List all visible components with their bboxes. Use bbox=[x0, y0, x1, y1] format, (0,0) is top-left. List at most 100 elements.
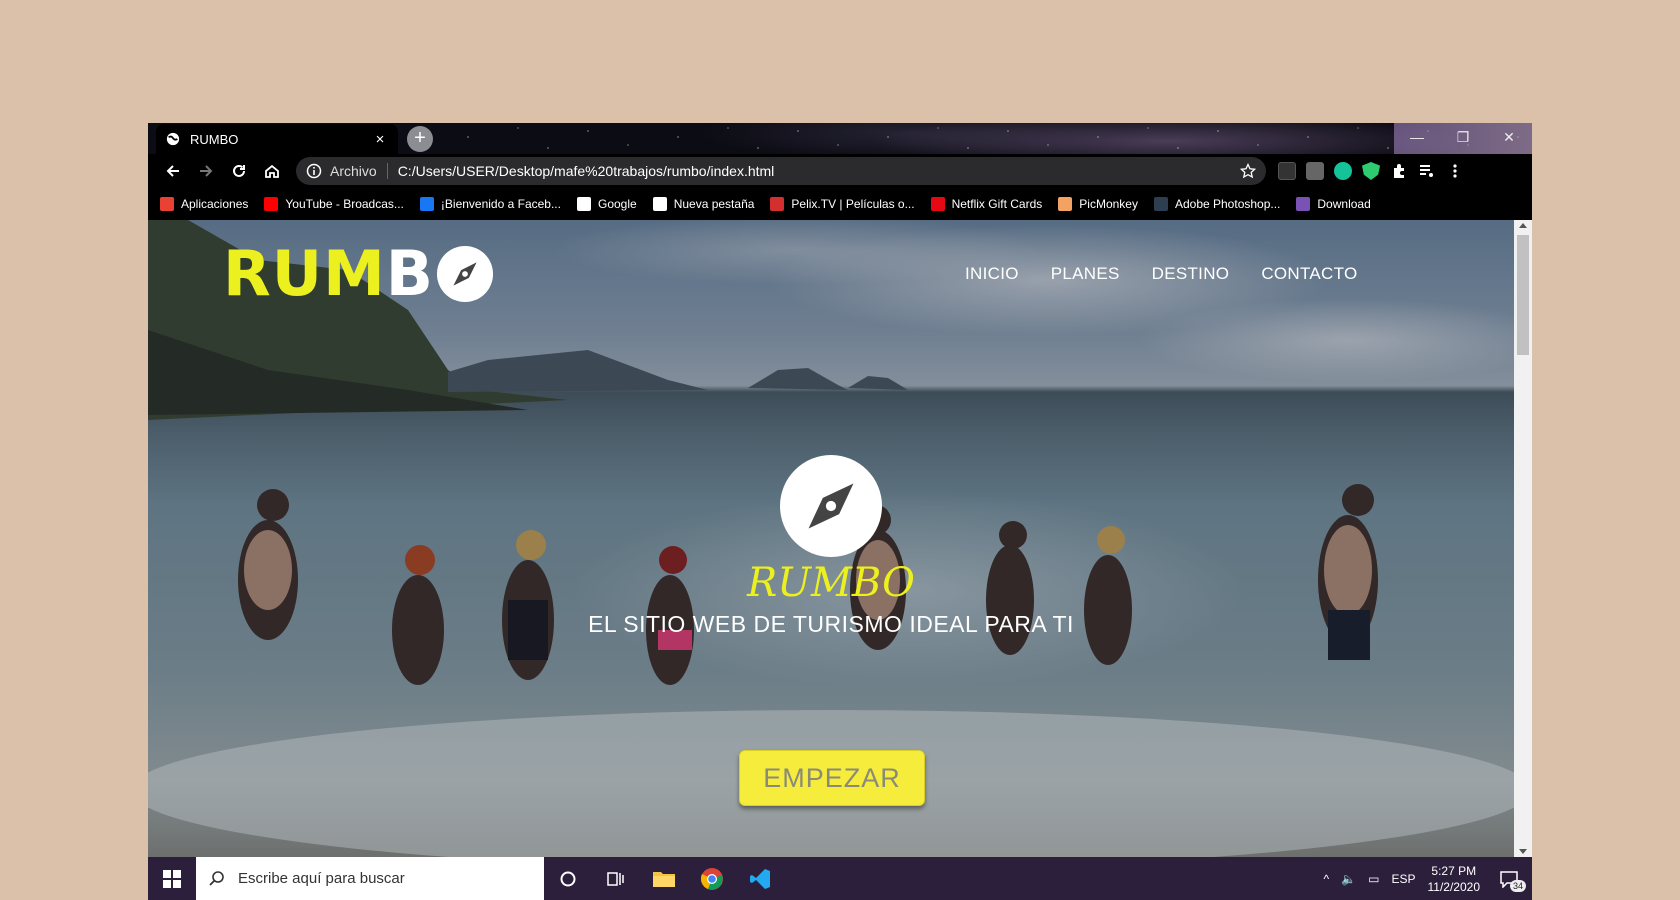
windows-taskbar: Escribe aquí para buscar ^ 🔈 ▭ ESP 5:27 … bbox=[148, 857, 1532, 900]
picmonkey-icon bbox=[1058, 197, 1073, 211]
search-icon bbox=[209, 870, 224, 886]
maximize-icon[interactable]: ❐ bbox=[1440, 123, 1486, 154]
bookmark-label: Nueva pestaña bbox=[673, 197, 755, 211]
nav-inicio-link[interactable]: INICIO bbox=[965, 264, 1019, 284]
back-button[interactable] bbox=[158, 157, 188, 185]
tab-strip: RUMBO × + — ❐ ✕ bbox=[148, 123, 1532, 154]
window-controls: — ❐ ✕ bbox=[1394, 123, 1532, 154]
bookmark-label: ¡Bienvenido a Faceb... bbox=[440, 197, 561, 211]
file-explorer-button[interactable] bbox=[640, 857, 688, 900]
extension-1-icon[interactable] bbox=[1278, 162, 1296, 180]
reload-button[interactable] bbox=[224, 157, 254, 185]
chrome-button[interactable] bbox=[688, 857, 736, 900]
logo-text: RUMB bbox=[223, 243, 434, 305]
vscode-icon bbox=[750, 868, 770, 889]
scroll-down-icon[interactable] bbox=[1519, 849, 1527, 854]
scroll-thumb[interactable] bbox=[1517, 235, 1529, 355]
page-scrollbar[interactable] bbox=[1514, 220, 1532, 857]
globe-icon bbox=[652, 197, 667, 211]
facebook-icon bbox=[419, 197, 434, 211]
clock-time: 5:27 PM bbox=[1431, 863, 1477, 878]
bookmark-item[interactable]: Google bbox=[576, 197, 637, 211]
task-view-icon bbox=[607, 871, 624, 886]
notification-count: 34 bbox=[1509, 879, 1526, 892]
arrow-right-icon bbox=[200, 165, 213, 177]
bookmark-label: Adobe Photoshop... bbox=[1174, 197, 1281, 211]
bookmark-item[interactable]: ¡Bienvenido a Faceb... bbox=[419, 197, 561, 211]
windows-logo-icon bbox=[163, 869, 181, 888]
bookmark-item[interactable]: Netflix Gift Cards bbox=[930, 197, 1042, 211]
forward-button[interactable] bbox=[191, 157, 221, 185]
tab-title: RUMBO bbox=[190, 131, 239, 147]
nav-destino-link[interactable]: DESTINO bbox=[1152, 264, 1230, 284]
tab-close-icon[interactable]: × bbox=[372, 131, 388, 148]
bookmark-label: Aplicaciones bbox=[181, 197, 249, 211]
bookmarks-bar: Aplicaciones YouTube - Broadcas... ¡Bienve… bbox=[148, 188, 1532, 220]
youtube-icon bbox=[264, 197, 279, 211]
tab-rumbo[interactable]: RUMBO × bbox=[156, 124, 398, 154]
media-icon[interactable] bbox=[1418, 162, 1436, 180]
compass-icon bbox=[437, 245, 494, 303]
extension-2-icon[interactable] bbox=[1306, 162, 1324, 180]
battery-icon[interactable]: ▭ bbox=[1368, 872, 1379, 886]
language-indicator[interactable]: ESP bbox=[1391, 872, 1415, 886]
task-view-button[interactable] bbox=[592, 857, 640, 900]
chevron-up-icon[interactable]: ^ bbox=[1324, 872, 1330, 886]
taskbar-search[interactable]: Escribe aquí para buscar bbox=[196, 857, 544, 900]
star-icon[interactable] bbox=[1240, 163, 1256, 179]
bookmark-label: Google bbox=[597, 197, 637, 211]
apps-grid-icon bbox=[160, 197, 174, 211]
bookmark-item[interactable]: Nueva pestaña bbox=[652, 197, 755, 211]
clock-date: 11/2/2020 bbox=[1427, 879, 1481, 894]
site-logo[interactable]: RUMB bbox=[223, 243, 494, 305]
hero-brand: RUMBO bbox=[747, 560, 915, 606]
netflix-icon bbox=[930, 197, 945, 211]
bookmark-item[interactable]: YouTube - Broadcas... bbox=[264, 197, 404, 211]
start-menu-button[interactable] bbox=[148, 857, 196, 900]
nav-contacto-link[interactable]: CONTACTO bbox=[1261, 264, 1357, 284]
browser-window: RUMBO × + — ❐ ✕ Archivo C:/Users/USER/De… bbox=[148, 123, 1532, 900]
menu-icon[interactable] bbox=[1446, 162, 1464, 180]
cortana-button[interactable] bbox=[544, 857, 592, 900]
bookmark-label: Download bbox=[1317, 197, 1371, 211]
page-viewport: RUMB INICIO PLANES DESTINO CONTACTO RUMB… bbox=[148, 220, 1514, 857]
notification-center-button[interactable]: 34 bbox=[1494, 864, 1526, 894]
home-button[interactable] bbox=[257, 157, 287, 185]
info-icon[interactable] bbox=[306, 163, 322, 179]
bookmark-item[interactable]: Pelix.TV | Películas o... bbox=[770, 197, 915, 211]
bookmark-item[interactable]: Adobe Photoshop... bbox=[1153, 197, 1281, 211]
logo-text-main: RUM bbox=[223, 237, 386, 310]
adobe-icon bbox=[1153, 197, 1168, 211]
close-window-icon[interactable]: ✕ bbox=[1486, 123, 1532, 154]
grammarly-icon[interactable] bbox=[1334, 162, 1352, 180]
pelix-icon bbox=[770, 197, 785, 211]
bookmark-item[interactable]: Aplicaciones bbox=[160, 197, 248, 211]
arrow-left-icon bbox=[166, 165, 179, 177]
browser-toolbar: Archivo C:/Users/USER/Desktop/mafe%20tra… bbox=[148, 154, 1532, 188]
start-button[interactable]: EMPEZAR bbox=[739, 750, 925, 806]
nav-planes-link[interactable]: PLANES bbox=[1051, 264, 1120, 284]
site-navigation: INICIO PLANES DESTINO CONTACTO bbox=[965, 264, 1358, 284]
clock[interactable]: 5:27 PM 11/2/2020 bbox=[1428, 863, 1481, 895]
bookmark-item[interactable]: Download bbox=[1296, 197, 1371, 211]
minimize-icon[interactable]: — bbox=[1394, 123, 1440, 154]
reload-icon bbox=[233, 164, 245, 177]
bookmark-label: PicMonkey bbox=[1079, 197, 1138, 211]
volume-icon[interactable]: 🔈 bbox=[1341, 872, 1356, 886]
url-text[interactable]: C:/Users/USER/Desktop/mafe%20trabajos/ru… bbox=[398, 163, 1240, 179]
search-placeholder: Escribe aquí para buscar bbox=[238, 870, 405, 887]
bootstrap-icon bbox=[1296, 197, 1311, 211]
vscode-button[interactable] bbox=[736, 857, 784, 900]
bookmark-item[interactable]: PicMonkey bbox=[1058, 197, 1138, 211]
hero-section: RUMBO EL SITIO WEB DE TURISMO IDEAL PARA… bbox=[148, 455, 1514, 638]
address-bar[interactable]: Archivo C:/Users/USER/Desktop/mafe%20tra… bbox=[296, 157, 1266, 185]
puzzle-icon[interactable] bbox=[1390, 162, 1408, 180]
scroll-up-icon[interactable] bbox=[1519, 223, 1527, 228]
google-icon bbox=[576, 197, 591, 211]
globe-icon bbox=[166, 132, 180, 146]
new-tab-button[interactable]: + bbox=[407, 126, 433, 152]
bookmark-label: Pelix.TV | Películas o... bbox=[791, 197, 915, 211]
file-chip: Archivo bbox=[330, 163, 388, 179]
shield-icon[interactable] bbox=[1362, 162, 1380, 180]
system-tray: ^ 🔈 ▭ ESP 5:27 PM 11/2/2020 34 bbox=[1324, 857, 1532, 900]
